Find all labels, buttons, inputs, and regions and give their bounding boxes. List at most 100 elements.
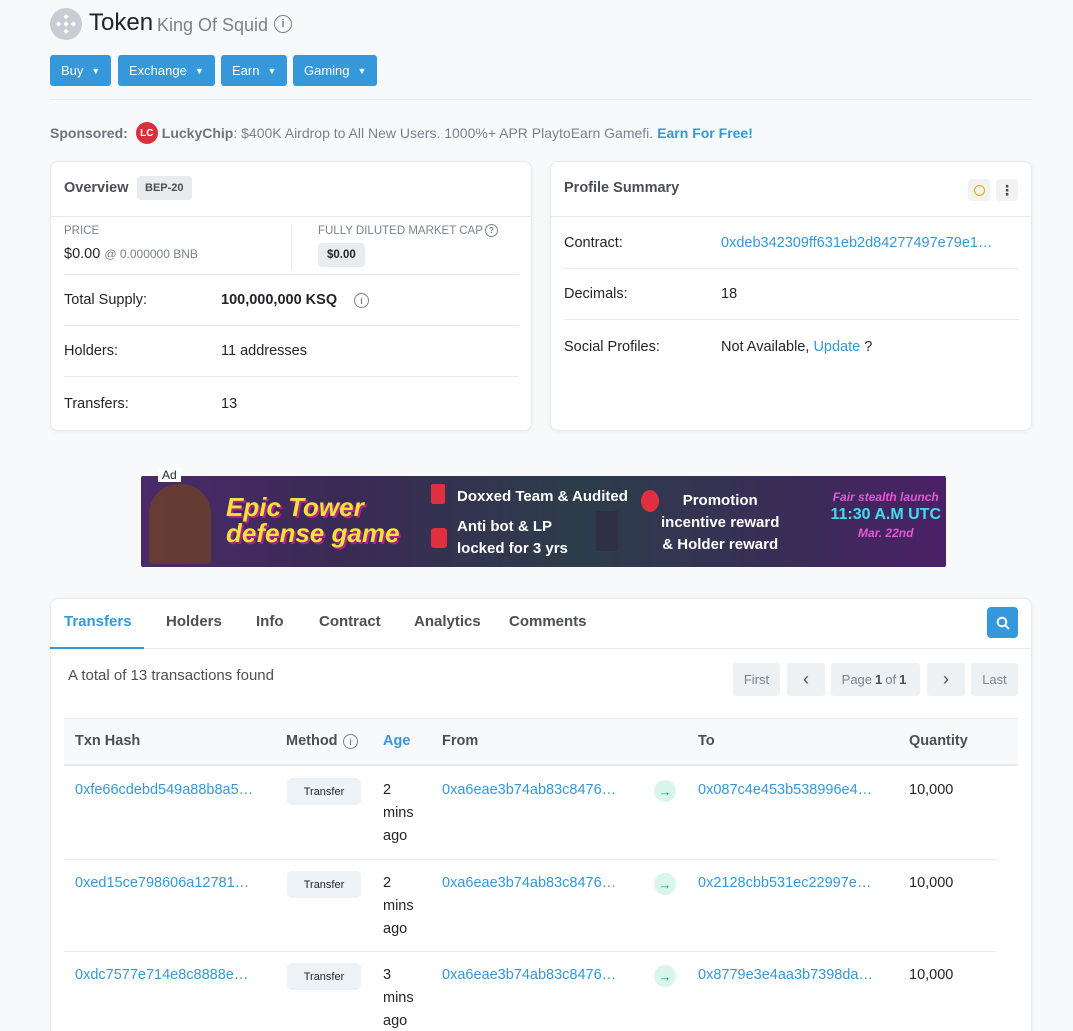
more-options-icon[interactable]: ⋮	[996, 179, 1018, 201]
from-address-link[interactable]: 0xa6eae3b74ab83c8476…	[442, 782, 616, 798]
social-value: Not Available, Update ?	[721, 339, 873, 355]
sponsor-text: : $400K Airdrop to All New Users. 1000%+…	[233, 125, 654, 141]
method-badge: Transfer	[287, 778, 361, 805]
overview-title: Overview	[64, 180, 129, 196]
gaming-button[interactable]: Gaming ▼	[293, 55, 378, 86]
pager-first-button[interactable]: First	[733, 663, 780, 696]
pager-prev-button[interactable]: ‹	[787, 663, 825, 696]
txn-age: 2 mins ago	[383, 875, 414, 937]
decimals-value: 18	[721, 286, 738, 302]
divider	[50, 648, 1032, 649]
lock-icon	[431, 528, 447, 548]
price-label: PRICE	[64, 225, 100, 237]
txn-hash-link[interactable]: 0xfe66cdebd549a88b8a5…	[75, 782, 253, 798]
ad-banner[interactable]: Epic Tower defense game Doxxed Team & Aud…	[141, 476, 946, 567]
luckychip-logo-icon: LC	[135, 122, 158, 144]
ad-launch-info: Fair stealth launch 11:30 A.M UTC Mar. 2…	[830, 490, 941, 540]
from-address-link[interactable]: 0xa6eae3b74ab83c8476…	[442, 875, 616, 891]
search-icon	[996, 616, 1010, 630]
txn-age: 2 mins ago	[383, 782, 414, 844]
txn-hash-link[interactable]: 0xed15ce798606a12781…	[75, 875, 249, 891]
token-name: King Of Squid	[157, 15, 269, 35]
column-age-toggle[interactable]: Age	[383, 733, 410, 749]
arrow-right-icon: →	[654, 780, 676, 802]
tab-analytics[interactable]: Analytics	[414, 613, 481, 630]
column-from: From	[442, 733, 479, 749]
buy-button[interactable]: Buy ▼	[50, 55, 112, 86]
profile-summary-card: Profile Summary ⋮ Contract: 0xdeb342309f…	[550, 161, 1032, 431]
holders-value: 11 addresses	[221, 343, 307, 359]
arrow-right-icon: →	[654, 965, 676, 987]
sponsor-cta-link[interactable]: Earn For Free!	[657, 125, 753, 141]
pager-last-button[interactable]: Last	[971, 663, 1018, 696]
earn-label: Earn	[232, 63, 260, 78]
from-address-link[interactable]: 0xa6eae3b74ab83c8476…	[442, 967, 616, 983]
table-header	[64, 718, 1018, 766]
divider	[64, 859, 996, 860]
column-method: Method	[286, 733, 338, 749]
status-icon[interactable]	[968, 179, 990, 201]
search-button[interactable]	[987, 607, 1018, 638]
tab-transfers[interactable]: Transfers	[64, 613, 132, 630]
profile-header: Profile Summary ⋮	[551, 162, 1031, 217]
transfers-value: 13	[221, 396, 238, 412]
to-address-link[interactable]: 0x2128cbb531ec22997e…	[698, 875, 871, 891]
supply-value: 100,000,000 KSQ	[221, 292, 338, 308]
buy-label: Buy	[61, 63, 84, 78]
quantity-value: 10,000	[909, 967, 954, 983]
earn-button[interactable]: Earn ▼	[221, 55, 288, 86]
ad-lock-text: Anti bot & LP locked for 3 yrs	[457, 518, 568, 557]
divider	[291, 224, 292, 269]
txn-hash-link[interactable]: 0xdc7577e714e8c8888e…	[75, 967, 248, 983]
txn-age: 3 mins ago	[383, 967, 414, 1029]
ad-promo-text: Promotion incentive reward & Holder reward	[661, 492, 780, 553]
ad-title: Epic Tower defense game	[226, 492, 400, 548]
token-standard-badge: BEP-20	[137, 176, 192, 200]
method-badge: Transfer	[287, 871, 361, 898]
tab-holders[interactable]: Holders	[166, 613, 222, 630]
divider	[64, 325, 519, 326]
arrow-right-icon: →	[654, 873, 676, 895]
chevron-down-icon: ▼	[357, 65, 367, 76]
chevron-down-icon: ▼	[91, 65, 101, 76]
contract-address-link[interactable]: 0xdeb342309ff631eb2d84277497e79e1…	[721, 235, 992, 251]
column-to: To	[698, 733, 715, 749]
chevron-down-icon: ▼	[194, 65, 204, 76]
character-illustration	[149, 484, 211, 564]
divider	[64, 951, 996, 952]
transfers-label: Transfers:	[64, 396, 129, 412]
tab-comments[interactable]: Comments	[509, 613, 587, 630]
fdmc-value: $0.00	[318, 243, 365, 267]
info-icon[interactable]: i	[354, 293, 369, 308]
page-title: Token	[89, 9, 154, 36]
chevron-down-icon: ▼	[267, 65, 277, 76]
to-address-link[interactable]: 0x087c4e453b538996e4…	[698, 782, 872, 798]
sponsored-banner: Sponsored: LC LuckyChip : $400K Airdrop …	[50, 122, 753, 144]
book-icon	[431, 484, 445, 504]
ad-audit-text: Doxxed Team & Audited	[457, 488, 628, 505]
exchange-button[interactable]: Exchange ▼	[118, 55, 215, 86]
gaming-label: Gaming	[304, 63, 350, 78]
method-badge: Transfer	[287, 963, 361, 990]
tab-contract[interactable]: Contract	[319, 613, 381, 630]
sponsor-brand[interactable]: LuckyChip	[162, 125, 234, 141]
profile-title: Profile Summary	[564, 180, 680, 196]
info-icon[interactable]: i	[274, 15, 292, 33]
update-link[interactable]: Update	[813, 339, 860, 355]
to-address-link[interactable]: 0x8779e3e4aa3b7398da…	[698, 967, 873, 983]
ad-label: Ad	[158, 468, 181, 482]
bnb-logo-icon	[50, 8, 82, 40]
quantity-value: 10,000	[909, 782, 954, 798]
overview-header: Overview BEP-20	[51, 162, 531, 217]
exchange-label: Exchange	[129, 63, 187, 78]
pager-current-page: Page 1 of 1	[831, 663, 920, 696]
pager-next-button[interactable]: ›	[927, 663, 965, 696]
tab-info[interactable]: Info	[256, 613, 284, 630]
question-icon[interactable]: ?	[485, 224, 498, 237]
info-icon[interactable]: i	[343, 734, 358, 749]
supply-label: Total Supply:	[64, 292, 148, 308]
social-label: Social Profiles:	[564, 339, 660, 355]
total-transactions: A total of 13 transactions found	[68, 667, 274, 684]
column-txn-hash: Txn Hash	[75, 733, 141, 749]
quantity-value: 10,000	[909, 875, 954, 891]
